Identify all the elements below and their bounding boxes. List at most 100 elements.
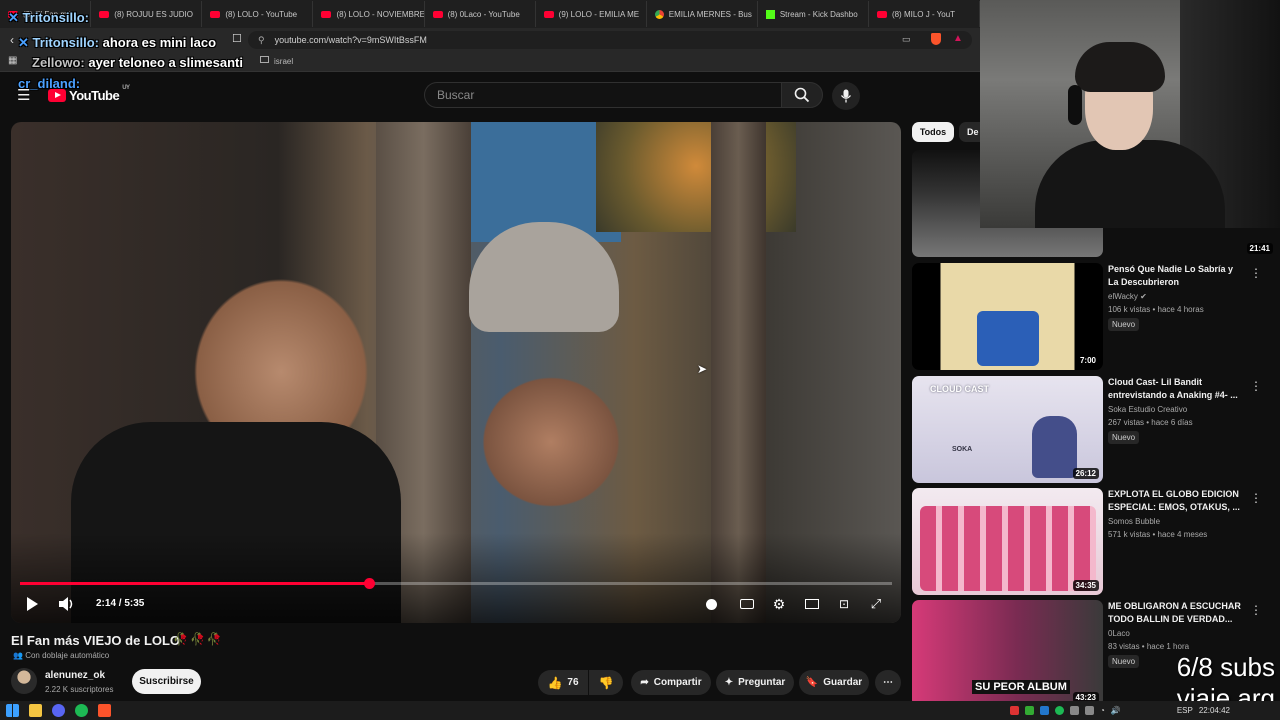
rec-title[interactable]: ME OBLIGARON A ESCUCHAR TODO BALLIN DE V… (1108, 600, 1243, 626)
spotify-icon[interactable] (75, 704, 88, 717)
chat-text: ahora es mini laco (102, 35, 217, 50)
bookmark-israel[interactable]: israel (274, 57, 293, 66)
share-button[interactable]: ➦ Compartir (631, 670, 711, 695)
apps-grid-icon[interactable]: ▦ (8, 55, 17, 66)
play-button[interactable] (24, 594, 40, 614)
keyboard-language[interactable]: ESP (1177, 706, 1193, 715)
rec-more-icon[interactable]: ⋮ (1250, 266, 1262, 280)
rec-channel[interactable]: elWacky ✔ (1108, 292, 1147, 301)
rec-thumbnail[interactable]: 34:35 (912, 488, 1103, 595)
tray-app-icon[interactable] (1085, 706, 1094, 715)
recommendation-3[interactable]: CLOUD CAST SOKA 26:12 Cloud Cast- Lil Ba… (912, 376, 1277, 484)
subtitles-icon (740, 599, 754, 609)
subscriber-count: 2.22 K suscriptores (45, 685, 114, 694)
channel-name[interactable]: alenunez_ok (45, 670, 105, 681)
brave-shield-icon[interactable] (931, 33, 941, 45)
browser-tab[interactable]: (8) 0Laco - YouTube (425, 1, 536, 27)
rec-title[interactable]: Pensó Que Nadie Lo Sabría y La Descubrie… (1108, 263, 1243, 289)
chat-message-2: ✕ Tritonsillo: ahora es mini laco (18, 35, 216, 51)
rec-meta: 571 k vistas • hace 4 meses (1108, 530, 1208, 539)
dub-icon: 👥 (13, 651, 23, 660)
rec-title[interactable]: Cloud Cast- Lil Bandit entrevistando a A… (1108, 376, 1243, 402)
like-button[interactable]: 👍 76 (538, 670, 588, 695)
rec-more-icon[interactable]: ⋮ (1250, 603, 1262, 617)
volume-tray-icon[interactable]: 🔊 (1111, 706, 1121, 715)
rec-thumbnail[interactable]: 7:00 (912, 263, 1103, 370)
more-actions-button[interactable]: ⋯ (875, 670, 901, 695)
youtube-icon (543, 10, 554, 18)
site-info-icon[interactable]: ⚲ (258, 35, 265, 46)
rec-channel[interactable]: Soka Estudio Creativo (1108, 405, 1187, 414)
brave-browser-icon[interactable] (98, 704, 111, 717)
progress-scrubber[interactable] (363, 578, 375, 589)
rec-channel[interactable]: 0Laco (1108, 629, 1130, 638)
search-input[interactable]: Buscar (424, 82, 782, 108)
browser-tab[interactable]: (9) LOLO - EMILIA ME (536, 1, 647, 27)
browser-tab[interactable]: (8) ROJUU ES JUDIO (91, 1, 203, 27)
tray-app-icon[interactable] (1070, 706, 1079, 715)
back-icon[interactable]: ‹ (10, 33, 14, 47)
file-explorer-icon[interactable] (29, 704, 42, 717)
rec-thumbnail[interactable]: CLOUD CAST SOKA 26:12 (912, 376, 1103, 483)
windows-start-icon[interactable] (6, 704, 19, 717)
settings-button[interactable]: ⚙ (770, 594, 788, 614)
rec-duration: 21:41 (1246, 243, 1273, 254)
bookmark-star-icon[interactable]: ☐ (232, 32, 242, 45)
rec-more-icon[interactable]: ⋮ (1250, 491, 1262, 505)
volume-button[interactable] (58, 594, 76, 614)
subtitles-button[interactable] (738, 594, 756, 614)
dub-text: Con doblaje automático (25, 651, 110, 660)
chat-user: Zellowo: (32, 55, 85, 70)
browser-tab[interactable]: (8) MILO J - YouT (869, 1, 980, 27)
url-field[interactable]: ⚲ youtube.com/watch?v=9mSWItBssFM ▭ ▲ (248, 31, 972, 49)
youtube-icon (210, 10, 221, 18)
dislike-button[interactable]: 👎 (589, 670, 623, 695)
rec-channel[interactable]: Somos Bubble (1108, 517, 1160, 526)
cast-button[interactable]: ⊡ (835, 594, 853, 614)
discord-icon[interactable] (52, 704, 65, 717)
fullscreen-button[interactable]: ⤢ (867, 594, 885, 614)
rec-meta: 267 vistas • hace 6 días (1108, 418, 1193, 427)
tray-app-icon[interactable] (1040, 706, 1049, 715)
tray-app-icon[interactable] (1025, 706, 1034, 715)
browser-tab[interactable]: (8) LOLO - NOVIEMBRE (313, 1, 425, 27)
browser-tab-label: (9) LOLO - EMILIA ME (558, 9, 640, 19)
rec-thumbnail[interactable]: SU PEOR ALBUM 43:23 (912, 600, 1103, 707)
miniplayer-button[interactable] (803, 594, 821, 614)
tray-app-icon[interactable] (1010, 706, 1019, 715)
ask-button[interactable]: ✦ Preguntar (716, 670, 794, 695)
tray-app-icon[interactable] (1055, 706, 1064, 715)
search-button[interactable] (781, 82, 823, 108)
wifi-icon[interactable]: ◔ (1100, 706, 1105, 715)
thumb-cloud-cast-logo: CLOUD CAST (930, 384, 989, 394)
channel-avatar[interactable] (11, 668, 37, 694)
progress-played (20, 582, 369, 585)
url-text: youtube.com/watch?v=9mSWItBssFM (274, 35, 427, 45)
rec-title[interactable]: EXPLOTA EL GLOBO EDICION ESPECIAL: EMOS,… (1108, 488, 1243, 514)
fullscreen-icon: ⤢ (870, 596, 882, 611)
browser-tab[interactable]: (8) LOLO - YouTube (202, 1, 314, 27)
recommendation-2[interactable]: 7:00 Pensó Que Nadie Lo Sabría y La Desc… (912, 263, 1277, 371)
subscribe-button[interactable]: Suscribirse (132, 669, 201, 694)
clock[interactable]: 22:04:42 (1199, 706, 1230, 715)
chip-todos[interactable]: Todos (912, 122, 954, 142)
progress-bar[interactable] (20, 578, 892, 589)
recommendation-4[interactable]: 34:35 EXPLOTA EL GLOBO EDICION ESPECIAL:… (912, 488, 1277, 596)
autoplay-toggle[interactable] (704, 594, 718, 614)
chrome-icon (654, 9, 664, 19)
volume-icon (59, 597, 73, 611)
video-player[interactable] (11, 122, 901, 623)
voice-search-button[interactable] (832, 82, 860, 110)
webcam-headset (1068, 85, 1082, 125)
browser-tab[interactable]: Stream - Kick Dashbo (758, 1, 869, 27)
chat-emote-icon: ✕ (8, 10, 19, 25)
browser-tab-label: (8) LOLO - YouTube (225, 9, 298, 19)
rec-more-icon[interactable]: ⋮ (1250, 379, 1262, 393)
install-app-icon[interactable]: ▭ (902, 34, 911, 45)
browser-tab[interactable]: EMILIA MERNES - Bus (647, 1, 758, 27)
rec-meta: 83 vistas • hace 1 hora (1108, 642, 1190, 651)
save-button[interactable]: 🔖 Guardar (799, 670, 869, 695)
rewards-icon[interactable]: ▲ (953, 33, 963, 44)
sparkle-icon: ✦ (724, 677, 734, 688)
youtube-icon (321, 10, 332, 18)
